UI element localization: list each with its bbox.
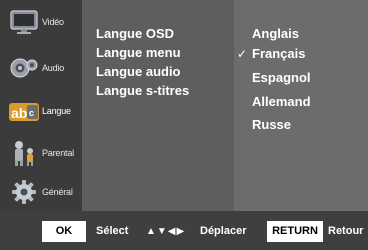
osd-setup-screen: Vidéo Audio ab c Langue Parental Général…: [0, 0, 368, 250]
option-item-selected[interactable]: Français: [252, 46, 305, 62]
category-label: Audio: [42, 63, 65, 73]
category-general[interactable]: Général: [8, 174, 82, 210]
return-key[interactable]: RETURN: [267, 221, 323, 242]
submenu-panel: Langue OSD Langue menu Langue audio Lang…: [82, 0, 234, 211]
submenu-item-menu-language[interactable]: Langue menu: [96, 45, 181, 61]
speaker-icon: [8, 52, 40, 84]
submenu-item-subtitle-language[interactable]: Langue s-titres: [96, 83, 189, 99]
options-panel: Anglais ✓ Français Espagnol Allemand Rus…: [234, 0, 368, 211]
option-item[interactable]: Russe: [252, 117, 291, 133]
option-item[interactable]: Anglais: [252, 26, 299, 42]
category-label: Général: [42, 187, 73, 197]
category-label: Vidéo: [42, 17, 64, 27]
submenu-item-audio-language[interactable]: Langue audio: [96, 64, 181, 80]
ok-key[interactable]: OK: [42, 221, 86, 242]
category-column: Vidéo Audio ab c Langue Parental Général: [0, 0, 82, 211]
language-icon: ab c: [8, 95, 40, 127]
bottom-hint-bar: OK Sélect ▲▼◀▶ Déplacer RETURN Retour: [0, 211, 368, 250]
move-hint: Déplacer: [200, 225, 247, 237]
category-label: Langue: [42, 106, 71, 116]
select-hint: Sélect: [96, 225, 129, 237]
gear-icon: [8, 176, 40, 208]
tv-icon: [8, 6, 40, 38]
svg-text:ab: ab: [11, 105, 27, 121]
arrow-keys-icon: ▲▼◀▶: [146, 226, 186, 237]
return-hint: Retour: [328, 225, 364, 237]
option-item[interactable]: Allemand: [252, 94, 311, 110]
category-language[interactable]: ab c Langue: [8, 93, 82, 129]
option-item[interactable]: Espagnol: [252, 70, 311, 86]
category-video[interactable]: Vidéo: [8, 4, 82, 40]
parental-icon: [8, 137, 40, 169]
submenu-item-osd-language[interactable]: Langue OSD: [96, 26, 174, 42]
category-label: Parental: [42, 148, 74, 158]
category-parental[interactable]: Parental: [8, 135, 82, 171]
check-icon: ✓: [237, 47, 248, 61]
category-audio[interactable]: Audio: [8, 50, 82, 86]
svg-text:c: c: [29, 108, 34, 118]
